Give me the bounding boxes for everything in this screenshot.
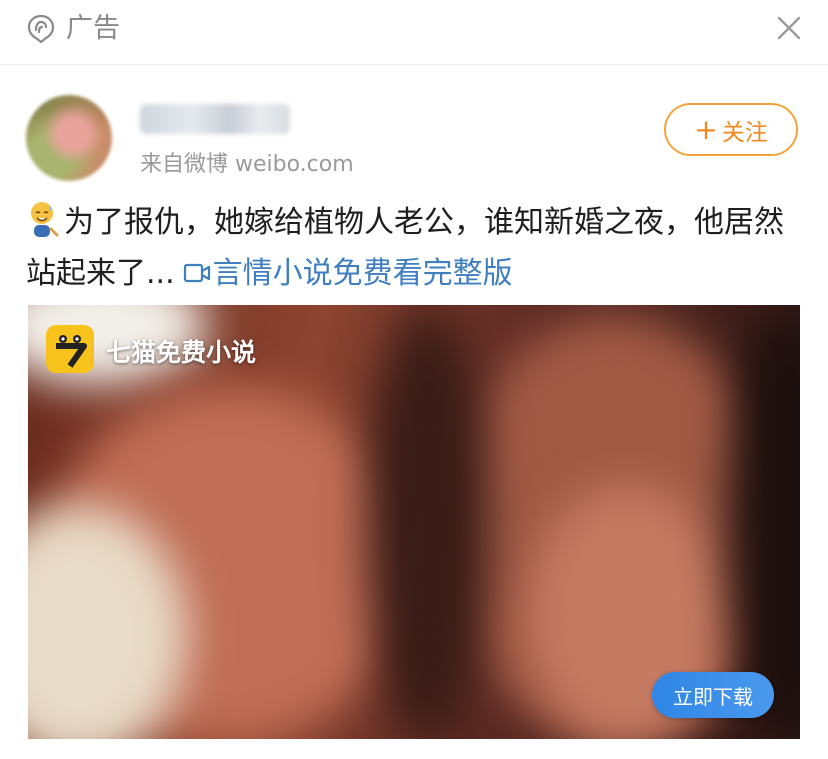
ad-header: 广告 xyxy=(0,0,828,65)
ad-badge-icon xyxy=(27,14,55,43)
follow-button[interactable]: + 关注 xyxy=(664,103,798,156)
avatar[interactable] xyxy=(26,95,112,181)
app-logo-icon xyxy=(46,325,94,373)
sweat-smile-emoji-icon xyxy=(31,202,59,237)
ad-label: 广告 xyxy=(66,13,120,44)
seven-cat-logo-icon xyxy=(56,335,87,368)
username-blurred[interactable] xyxy=(140,104,290,134)
read-more-link[interactable]: 言情小说免费看完整版 xyxy=(213,256,513,291)
plus-icon: + xyxy=(694,112,718,146)
video-thumbnail[interactable]: 七猫免费小说 立即下载 xyxy=(28,305,800,739)
close-icon[interactable] xyxy=(776,15,802,41)
follow-label: 关注 xyxy=(721,119,768,146)
post-source: 来自微博 weibo.com xyxy=(140,152,354,177)
app-name: 七猫免费小说 xyxy=(106,338,257,367)
download-button[interactable]: 立即下载 xyxy=(652,672,774,718)
video-icon xyxy=(183,263,210,283)
post-text: 为了报仇，她嫁给植物人老公，谁知新婚之夜，他居然站起来了... 言情小说免费看完… xyxy=(26,197,806,299)
